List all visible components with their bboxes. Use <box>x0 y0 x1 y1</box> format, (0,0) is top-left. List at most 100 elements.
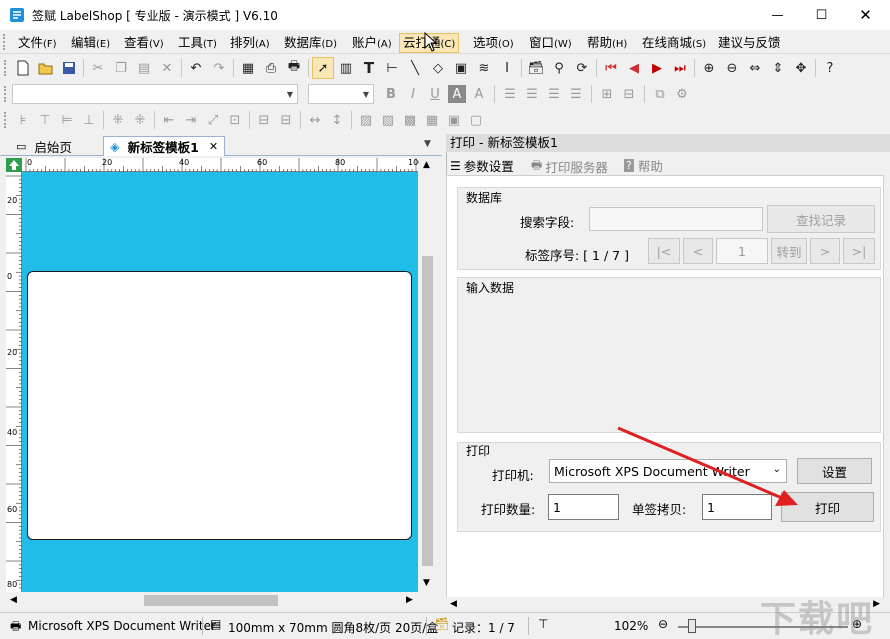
params-tab[interactable]: ☰ 参数设置 <box>450 156 514 175</box>
panel-help-tab[interactable]: ? 帮助 <box>624 156 663 175</box>
scroll-down-icon[interactable]: ▼ <box>423 578 430 588</box>
print-server-tab[interactable]: 🖶 打印服务器 <box>531 156 608 177</box>
underline-icon[interactable]: U <box>424 83 446 105</box>
center-on-label-h-icon[interactable]: ⊟ <box>253 109 275 131</box>
fit-to-label-icon[interactable]: ⊡ <box>224 109 246 131</box>
find-icon[interactable]: ⚲ <box>548 57 570 79</box>
send-backward-icon[interactable]: ▦ <box>421 109 443 131</box>
bold-icon[interactable]: B <box>380 83 402 105</box>
font-color-icon[interactable]: A <box>468 83 490 105</box>
align-right-edge-icon[interactable]: ⊨ <box>56 109 78 131</box>
new-icon[interactable] <box>12 57 34 79</box>
space-horizontal-icon[interactable]: ↔ <box>304 109 326 131</box>
print-preview-icon[interactable]: ⎙ <box>260 57 282 79</box>
redo-icon[interactable]: ↷ <box>208 57 230 79</box>
print-quantity-input[interactable]: 1 <box>548 494 619 520</box>
menu-shop[interactable]: 在线商城(S) <box>639 33 709 53</box>
print-icon[interactable]: 🖶 <box>283 57 305 79</box>
nav-next-button[interactable]: > <box>810 238 840 264</box>
center-vertical-icon[interactable]: ⁜ <box>129 109 151 131</box>
align-left-edge-icon[interactable]: ⊧ <box>12 109 34 131</box>
zoom-slider-thumb[interactable] <box>688 619 696 633</box>
help-icon[interactable]: ? <box>819 57 841 79</box>
nav-goto-button[interactable]: 转到 <box>771 238 807 264</box>
scroll-left-icon[interactable]: ◀ <box>10 595 17 605</box>
zoom-out-icon[interactable]: ⊖ <box>658 617 668 631</box>
menu-arrange[interactable]: 排列(A) <box>227 33 273 53</box>
tab-start-page[interactable]: ▭ 启始页 <box>10 136 78 156</box>
shape-tool-icon[interactable]: ◇ <box>427 57 449 79</box>
tab-list-chevron-icon[interactable]: ▼ <box>424 139 431 149</box>
paste-icon[interactable]: ▤ <box>133 57 155 79</box>
same-size-icon[interactable]: ⤢ <box>202 109 224 131</box>
menu-options[interactable]: 选项(O) <box>470 33 517 53</box>
undo-icon[interactable]: ↶ <box>185 57 207 79</box>
diagonal-line-icon[interactable]: ╲ <box>404 57 426 79</box>
label-design-area[interactable] <box>27 271 412 540</box>
menu-feedback[interactable]: 建议与反馈 <box>715 33 784 53</box>
delete-icon[interactable]: ✕ <box>156 57 178 79</box>
properties-icon[interactable]: ⚙ <box>671 83 693 105</box>
bring-forward-icon[interactable]: ▩ <box>399 109 421 131</box>
menu-tools[interactable]: 工具(T) <box>175 33 220 53</box>
lock-icon[interactable]: ▣ <box>443 109 465 131</box>
vertical-scrollbar[interactable]: ▲ ▼ <box>419 158 436 592</box>
nav-prev-button[interactable]: < <box>683 238 713 264</box>
center-on-label-v-icon[interactable]: ⊟ <box>275 109 297 131</box>
vertical-scroll-thumb[interactable] <box>422 256 433 566</box>
select-pointer-icon[interactable]: ➚ <box>312 57 334 79</box>
menu-view[interactable]: 查看(V) <box>121 33 167 53</box>
zoom-in-icon[interactable]: ⊕ <box>698 57 720 79</box>
image-tool-icon[interactable]: ▣ <box>450 57 472 79</box>
menu-file[interactable]: 文件(F) <box>15 33 60 53</box>
tab-close-icon[interactable]: ✕ <box>209 140 218 153</box>
group-icon[interactable]: ⧉ <box>649 83 671 105</box>
save-icon[interactable] <box>58 57 80 79</box>
tab-new-template[interactable]: ◈ 新标签模板1 ✕ <box>103 136 226 156</box>
nav-first-button[interactable]: |< <box>648 238 680 264</box>
font-name-combo[interactable]: ▼ <box>12 84 298 104</box>
menu-database[interactable]: 数据库(D) <box>281 33 340 53</box>
barcode-icon[interactable]: ▥ <box>335 57 357 79</box>
cut-icon[interactable]: ✂ <box>87 57 109 79</box>
fit-height-icon[interactable]: ⇕ <box>767 57 789 79</box>
scroll-right-icon[interactable]: ▶ <box>873 599 880 609</box>
copy-icon[interactable]: ❐ <box>110 57 132 79</box>
scroll-left-icon[interactable]: ◀ <box>450 599 457 609</box>
open-icon[interactable] <box>35 57 57 79</box>
menu-help[interactable]: 帮助(H) <box>584 33 630 53</box>
page-setup-icon[interactable]: ▦ <box>237 57 259 79</box>
send-back-icon[interactable]: ▧ <box>377 109 399 131</box>
line-tool-icon[interactable]: ⊢ <box>381 57 403 79</box>
close-button[interactable]: ✕ <box>843 0 888 30</box>
align-left-icon[interactable]: ☰ <box>499 83 521 105</box>
scroll-up-icon[interactable]: ▲ <box>423 160 430 170</box>
menu-window[interactable]: 窗口(W) <box>526 33 575 53</box>
align-justify-icon[interactable]: ☰ <box>565 83 587 105</box>
prev-record-icon[interactable]: ◀ <box>623 57 645 79</box>
text-shade-icon[interactable]: A <box>448 85 466 103</box>
text-wrap-icon[interactable]: ⊟ <box>618 83 640 105</box>
ruler-origin-button[interactable] <box>6 158 22 172</box>
next-record-icon[interactable]: ▶ <box>646 57 668 79</box>
align-center-icon[interactable]: ☰ <box>521 83 543 105</box>
search-field-input[interactable] <box>589 207 763 231</box>
font-size-combo[interactable]: ▼ <box>308 84 374 104</box>
refresh-icon[interactable]: ⟳ <box>571 57 593 79</box>
zoom-out-icon[interactable]: ⊖ <box>721 57 743 79</box>
bring-front-icon[interactable]: ▨ <box>355 109 377 131</box>
text-tool-icon[interactable]: T <box>358 57 380 79</box>
space-vertical-icon[interactable]: ↕ <box>326 109 348 131</box>
fit-page-icon[interactable]: ✥ <box>790 57 812 79</box>
scroll-right-icon[interactable]: ▶ <box>406 595 413 605</box>
align-right-icon[interactable]: ☰ <box>543 83 565 105</box>
minimize-button[interactable]: — <box>755 0 800 30</box>
unlock-icon[interactable]: ▢ <box>465 109 487 131</box>
first-record-icon[interactable]: ⏮ <box>600 57 622 79</box>
cursor-text-icon[interactable]: I <box>496 57 518 79</box>
nav-last-button[interactable]: >| <box>843 238 875 264</box>
last-record-icon[interactable]: ⏭ <box>669 57 691 79</box>
maximize-button[interactable]: ☐ <box>799 0 844 30</box>
menu-account[interactable]: 账户(A) <box>349 33 395 53</box>
text-box-icon[interactable]: ⊞ <box>596 83 618 105</box>
